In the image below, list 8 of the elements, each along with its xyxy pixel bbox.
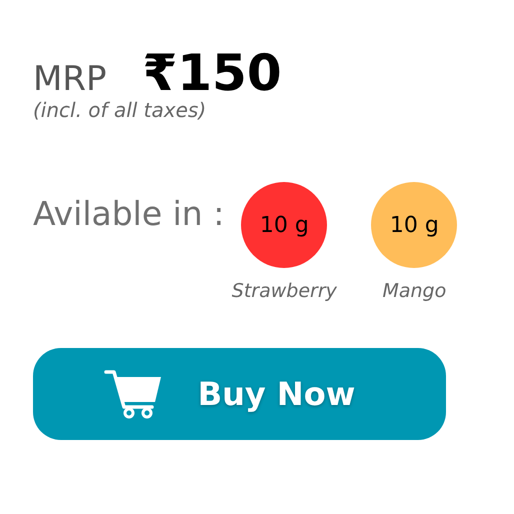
variant-circle[interactable]: 10 g: [241, 182, 328, 268]
variant-circle[interactable]: 10 g: [371, 182, 458, 268]
buy-now-button[interactable]: Buy Now: [33, 348, 446, 440]
available-label: Avilable in :: [33, 194, 224, 235]
cart-icon: [104, 369, 162, 419]
variant-name: Strawberry: [232, 280, 337, 302]
mrp-label: MRP: [33, 59, 106, 99]
variant-name: Mango: [382, 280, 446, 302]
